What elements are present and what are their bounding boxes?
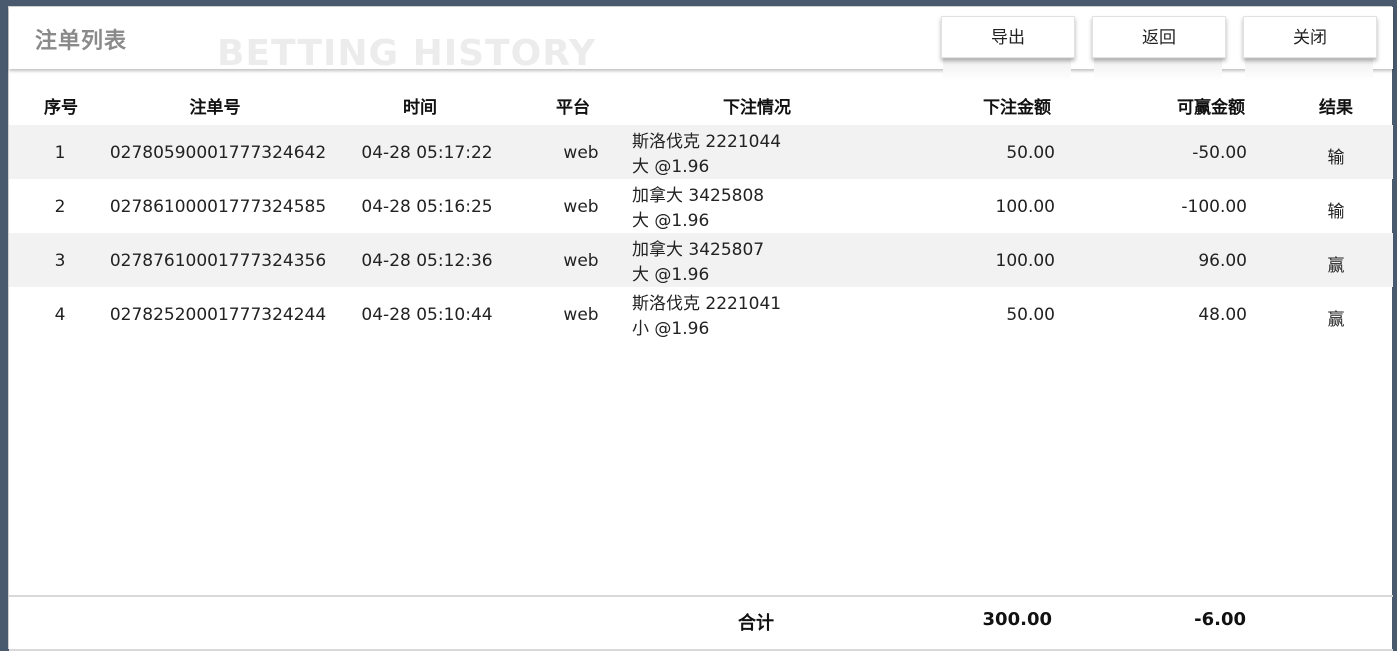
column-header-detail: 下注情况 bbox=[723, 98, 791, 118]
row-detail-match: 斯洛伐克 2221044 bbox=[632, 132, 782, 152]
row-platform: web bbox=[563, 305, 599, 325]
row-payout: 96.00 bbox=[1198, 251, 1247, 271]
column-header-time: 时间 bbox=[403, 98, 437, 118]
row-detail: 斯洛伐克 2221041 小 @1.96 bbox=[632, 292, 781, 342]
row-index: 3 bbox=[54, 251, 66, 271]
close-button-shadow bbox=[1245, 59, 1373, 81]
total-label: 合计 bbox=[738, 613, 774, 634]
table-row: 2 02786100001777324585 04-28 05:16:25 we… bbox=[9, 179, 1393, 233]
row-detail-odds: 小 @1.96 bbox=[632, 319, 710, 339]
row-index: 4 bbox=[54, 305, 66, 325]
close-button[interactable]: 关闭 bbox=[1243, 16, 1377, 58]
row-result: 输 bbox=[1327, 148, 1345, 168]
row-result: 赢 bbox=[1327, 256, 1345, 276]
row-stake: 50.00 bbox=[1006, 143, 1055, 163]
row-platform: web bbox=[563, 197, 599, 217]
back-button[interactable]: 返回 bbox=[1092, 16, 1226, 58]
column-header-payout: 可赢金额 bbox=[1177, 98, 1245, 118]
row-stake: 100.00 bbox=[995, 251, 1055, 271]
row-detail: 斯洛伐克 2221044 大 @1.96 bbox=[632, 130, 781, 180]
row-detail-match: 加拿大 3425808 bbox=[632, 186, 765, 206]
column-header-result: 结果 bbox=[1319, 98, 1353, 118]
row-index: 2 bbox=[54, 197, 66, 217]
row-result: 赢 bbox=[1327, 310, 1345, 330]
title-bar: 注单列表 BETTING HISTORY 导出 返回 关闭 bbox=[9, 7, 1393, 81]
table-row: 1 02780590001777324642 04-28 05:17:22 we… bbox=[9, 125, 1393, 179]
total-stake: 300.00 bbox=[982, 609, 1052, 630]
row-stake: 100.00 bbox=[995, 197, 1055, 217]
row-payout: -50.00 bbox=[1192, 143, 1247, 163]
column-header-bet-id: 注单号 bbox=[189, 98, 241, 118]
page-title: 注单列表 bbox=[35, 29, 128, 54]
row-bet-id: 02782520001777324244 bbox=[109, 305, 327, 325]
row-bet-id: 02786100001777324585 bbox=[109, 197, 327, 217]
table-footer-totals: 合计 300.00 -6.00 bbox=[9, 595, 1393, 651]
table-header: 序号 注单号 时间 平台 下注情况 下注金额 可赢金额 结果 bbox=[9, 82, 1393, 124]
back-button-shadow bbox=[1094, 59, 1222, 81]
row-bet-id: 02787610001777324356 bbox=[109, 251, 327, 271]
export-button[interactable]: 导出 bbox=[941, 16, 1075, 58]
row-payout: 48.00 bbox=[1198, 305, 1247, 325]
row-platform: web bbox=[563, 143, 599, 163]
row-detail-match: 斯洛伐克 2221041 bbox=[632, 294, 782, 314]
row-time: 04-28 05:17:22 bbox=[361, 143, 493, 163]
column-header-platform: 平台 bbox=[556, 98, 590, 118]
betting-history-window: 注单列表 BETTING HISTORY 导出 返回 关闭 序号 注单号 时间 … bbox=[8, 6, 1393, 651]
row-time: 04-28 05:10:44 bbox=[361, 305, 493, 325]
row-detail-odds: 大 @1.96 bbox=[632, 157, 710, 177]
row-index: 1 bbox=[54, 143, 66, 163]
row-detail: 加拿大 3425808 大 @1.96 bbox=[632, 184, 764, 234]
row-stake: 50.00 bbox=[1006, 305, 1055, 325]
row-detail-match: 加拿大 3425807 bbox=[632, 240, 765, 260]
column-header-stake: 下注金额 bbox=[983, 98, 1051, 118]
row-time: 04-28 05:12:36 bbox=[361, 251, 493, 271]
column-header-index: 序号 bbox=[44, 98, 78, 118]
table-row: 4 02782520001777324244 04-28 05:10:44 we… bbox=[9, 287, 1393, 341]
row-detail-odds: 大 @1.96 bbox=[632, 211, 710, 231]
total-payout: -6.00 bbox=[1194, 609, 1246, 630]
title-watermark: BETTING HISTORY bbox=[217, 33, 597, 74]
row-detail: 加拿大 3425807 大 @1.96 bbox=[632, 238, 764, 288]
export-button-shadow bbox=[943, 59, 1071, 81]
row-payout: -100.00 bbox=[1181, 197, 1247, 217]
row-detail-odds: 大 @1.96 bbox=[632, 265, 710, 285]
row-platform: web bbox=[563, 251, 599, 271]
row-result: 输 bbox=[1327, 202, 1345, 222]
row-bet-id: 02780590001777324642 bbox=[109, 143, 327, 163]
row-time: 04-28 05:16:25 bbox=[361, 197, 493, 217]
table-row: 3 02787610001777324356 04-28 05:12:36 we… bbox=[9, 233, 1393, 287]
